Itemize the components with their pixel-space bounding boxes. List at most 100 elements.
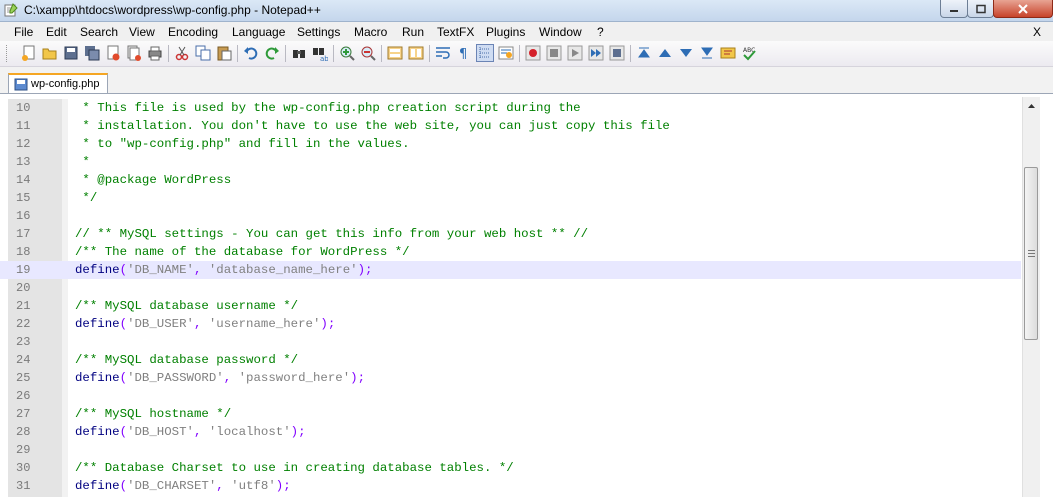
- code-token: (: [119, 317, 128, 331]
- print-icon[interactable]: [147, 45, 163, 61]
- code-line[interactable]: 13 *: [0, 153, 1021, 171]
- menu-file[interactable]: File: [14, 25, 33, 39]
- vertical-scrollbar[interactable]: [1022, 97, 1040, 497]
- replace-icon[interactable]: ab: [312, 45, 328, 61]
- code-line[interactable]: 16: [0, 207, 1021, 225]
- code-line[interactable]: 30 /** Database Charset to use in creatin…: [0, 459, 1021, 477]
- find-icon[interactable]: [291, 45, 307, 61]
- collapse-icon[interactable]: [657, 45, 673, 61]
- line-number: 17: [16, 227, 31, 241]
- code-token: (: [119, 479, 128, 493]
- sync-horizontal-icon[interactable]: [408, 45, 424, 61]
- code-line[interactable]: 26: [0, 387, 1021, 405]
- notepad-plus-plus-icon: [4, 3, 18, 17]
- code-line[interactable]: 23: [0, 333, 1021, 351]
- code-line[interactable]: 21 /** MySQL database username */: [0, 297, 1021, 315]
- code-text: define('DB_USER', 'username_here');: [75, 317, 335, 331]
- code-line[interactable]: 14 * @package WordPress: [0, 171, 1021, 189]
- user-lang-icon[interactable]: [498, 45, 514, 61]
- toolbar: ab ¶ ABC: [0, 41, 1053, 67]
- stop-record-icon[interactable]: [546, 45, 562, 61]
- maximize-button[interactable]: [967, 0, 994, 18]
- tab-wp-config[interactable]: wp-config.php: [8, 73, 108, 93]
- indent-guide-icon[interactable]: [476, 44, 494, 62]
- spell-check-icon[interactable]: [720, 45, 736, 61]
- menu-search[interactable]: Search: [80, 25, 118, 39]
- save-icon: [14, 78, 28, 91]
- menu-language[interactable]: Language: [232, 25, 285, 39]
- toolbar-grip[interactable]: [6, 45, 10, 62]
- editor-area[interactable]: 10 * This file is used by the wp-config.…: [0, 95, 1053, 497]
- code-text: /** MySQL database username */: [75, 299, 298, 313]
- sync-vertical-icon[interactable]: [387, 45, 403, 61]
- paste-icon[interactable]: [216, 45, 232, 61]
- code-line[interactable]: 20: [0, 279, 1021, 297]
- redo-icon[interactable]: [264, 45, 280, 61]
- play-multiple-icon[interactable]: [588, 45, 604, 61]
- menu-window[interactable]: Window: [539, 25, 582, 39]
- menu-textfx[interactable]: TextFX: [437, 25, 474, 39]
- code-line[interactable]: 24 /** MySQL database password */: [0, 351, 1021, 369]
- zoom-out-icon[interactable]: [360, 45, 376, 61]
- code-text: * @package WordPress: [75, 173, 231, 187]
- code-line[interactable]: 10 * This file is used by the wp-config.…: [0, 99, 1021, 117]
- zoom-in-icon[interactable]: [339, 45, 355, 61]
- menu-macro[interactable]: Macro: [354, 25, 387, 39]
- new-file-icon[interactable]: [21, 45, 37, 61]
- code-token: /** The name of the database for WordPre…: [75, 245, 410, 259]
- code-line[interactable]: 17 // ** MySQL settings - You can get thi…: [0, 225, 1021, 243]
- menu-edit[interactable]: Edit: [46, 25, 67, 39]
- code-line[interactable]: 15 */: [0, 189, 1021, 207]
- code-line[interactable]: 18 /** The name of the database for WordP…: [0, 243, 1021, 261]
- code-line[interactable]: 25 define('DB_PASSWORD', 'password_here')…: [0, 369, 1021, 387]
- play-macro-icon[interactable]: [567, 45, 583, 61]
- line-number: 24: [16, 353, 31, 367]
- show-all-chars-icon[interactable]: ¶: [456, 45, 472, 61]
- copy-icon[interactable]: [195, 45, 211, 61]
- menu-run[interactable]: Run: [402, 25, 424, 39]
- close-document-button[interactable]: X: [1033, 25, 1041, 39]
- close-icon[interactable]: [105, 45, 121, 61]
- expand-icon[interactable]: [678, 45, 694, 61]
- code-token: );: [275, 479, 291, 493]
- scroll-thumb[interactable]: [1024, 167, 1038, 340]
- open-file-icon[interactable]: [42, 45, 58, 61]
- fold-all-icon[interactable]: [636, 45, 652, 61]
- line-number: 23: [16, 335, 31, 349]
- scroll-up-icon[interactable]: [1023, 97, 1040, 114]
- cut-icon[interactable]: [174, 45, 190, 61]
- menu-plugins[interactable]: Plugins: [486, 25, 525, 39]
- close-window-button[interactable]: [993, 0, 1053, 18]
- undo-icon[interactable]: [243, 45, 259, 61]
- code-text: define('DB_PASSWORD', 'password_here');: [75, 371, 365, 385]
- menu-settings[interactable]: Settings: [297, 25, 340, 39]
- code-line[interactable]: 12 * to "wp-config.php" and fill in the …: [0, 135, 1021, 153]
- menu-help[interactable]: ?: [597, 25, 604, 39]
- code-line[interactable]: 19 define('DB_NAME', 'database_name_here'…: [0, 261, 1021, 279]
- code-line[interactable]: 29: [0, 441, 1021, 459]
- save-macro-icon[interactable]: [609, 45, 625, 61]
- close-all-icon[interactable]: [126, 45, 142, 61]
- menu-encoding[interactable]: Encoding: [168, 25, 218, 39]
- unfold-all-icon[interactable]: [699, 45, 715, 61]
- spell-check-abc-icon[interactable]: ABC: [741, 45, 757, 61]
- code-text: define('DB_NAME', 'database_name_here');: [75, 263, 372, 277]
- close-icon: [1018, 3, 1028, 14]
- code-line[interactable]: 11 * installation. You don't have to use…: [0, 117, 1021, 135]
- code-line[interactable]: 27 /** MySQL hostname */: [0, 405, 1021, 423]
- code-token: 'DB_USER': [127, 317, 194, 331]
- menu-view[interactable]: View: [129, 25, 155, 39]
- record-macro-icon[interactable]: [525, 45, 541, 61]
- code-token: (: [119, 371, 128, 385]
- code-line[interactable]: 31 define('DB_CHARSET', 'utf8');: [0, 477, 1021, 495]
- code-line[interactable]: 28 define('DB_HOST', 'localhost');: [0, 423, 1021, 441]
- code-text: define('DB_HOST', 'localhost');: [75, 425, 306, 439]
- minimize-button[interactable]: [940, 0, 968, 18]
- code-text: * to "wp-config.php" and fill in the val…: [75, 137, 409, 151]
- word-wrap-icon[interactable]: [435, 45, 451, 61]
- minimize-icon: [950, 9, 958, 12]
- save-all-icon[interactable]: [84, 45, 100, 61]
- code-line[interactable]: 22 define('DB_USER', 'username_here');: [0, 315, 1021, 333]
- save-icon[interactable]: [63, 45, 79, 61]
- code-token: /** Database Charset to use in creating …: [75, 461, 514, 475]
